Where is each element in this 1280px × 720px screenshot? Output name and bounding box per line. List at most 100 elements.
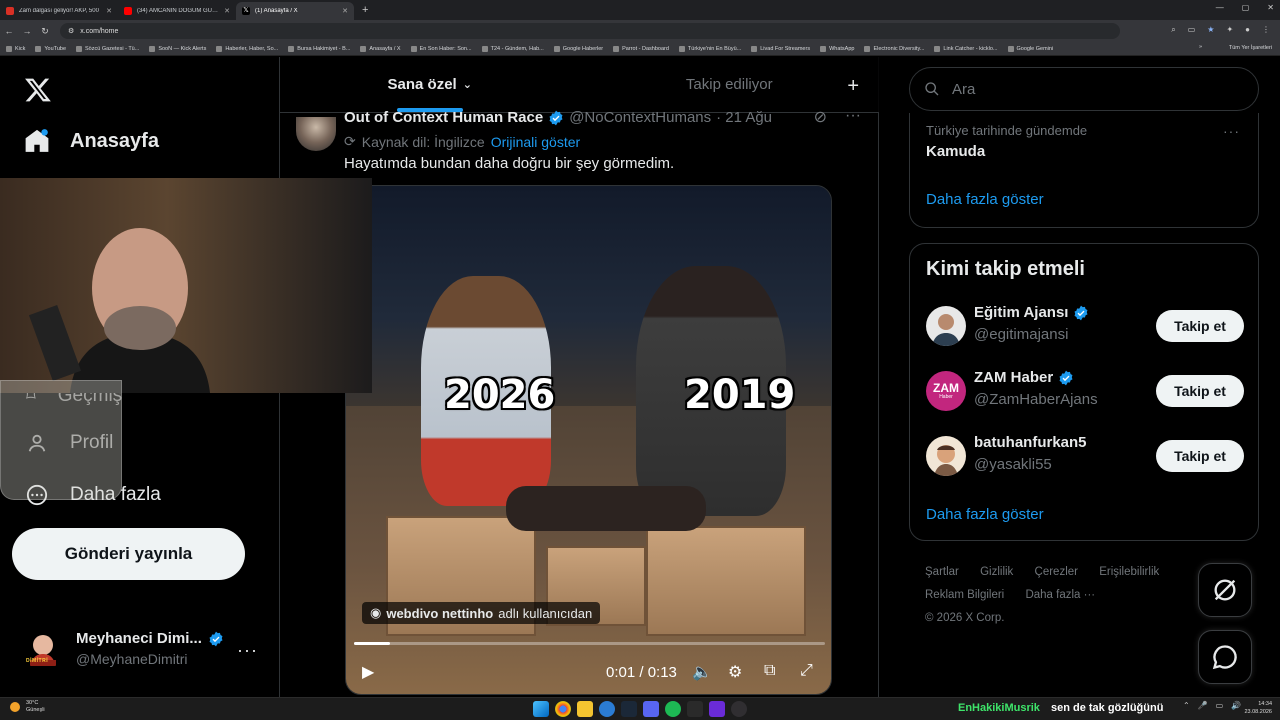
grok-button[interactable] — [1198, 563, 1252, 617]
cast-icon[interactable]: ▭ — [1188, 25, 1196, 35]
follow-button[interactable]: Takip et — [1156, 375, 1244, 407]
bookmark-item[interactable]: Link Catcher - kicklo... — [934, 45, 998, 52]
close-window-icon[interactable]: ✕ — [1267, 3, 1274, 12]
obs-icon[interactable] — [731, 701, 747, 717]
tweet-more-icon[interactable]: ··· — [845, 107, 861, 127]
tray-chevron-icon[interactable]: ⌃ — [1183, 701, 1190, 710]
menu-icon[interactable]: ⋮ — [1262, 25, 1270, 35]
speaker-icon[interactable]: 🔊 — [1231, 701, 1241, 710]
system-clock[interactable]: 14:34 23.08.2026 — [1244, 700, 1272, 716]
bookmark-item[interactable]: Livad For Streamers — [751, 45, 810, 52]
epic-games-icon[interactable] — [687, 701, 703, 717]
footer-link[interactable]: Çerezler — [1035, 566, 1078, 578]
follow-suggestion[interactable]: Eğitim Ajansı @egitimajansi Takip et — [926, 298, 1244, 354]
bookmark-label: Google Gemini — [1016, 45, 1054, 52]
zoom-icon[interactable]: ⌕ — [1171, 25, 1175, 35]
picture-in-picture-icon[interactable]: ⧉ — [764, 662, 775, 680]
new-tab-button[interactable]: + — [354, 4, 376, 16]
fullscreen-icon[interactable]: ⤢ — [800, 662, 813, 680]
all-bookmarks-link[interactable]: Tüm Yer İşaretleri — [1229, 45, 1272, 51]
bookmark-item[interactable]: Türkiye'nin En Büyü... — [678, 45, 741, 52]
tweet-author-avatar[interactable] — [296, 117, 336, 151]
messages-button[interactable] — [1198, 630, 1252, 684]
bookmark-item[interactable]: Parrot - Dashboard — [613, 45, 669, 52]
bookmark-item[interactable]: Kick — [6, 45, 25, 52]
maximize-icon[interactable]: ▢ — [1242, 3, 1250, 12]
bookmark-item[interactable]: Haberler, Haber, So... — [216, 45, 278, 52]
bookmark-item[interactable]: Anasayfa / X — [360, 45, 401, 52]
bookmarks-overflow-icon[interactable]: » — [1199, 44, 1202, 50]
footer-link[interactable]: Daha fazla ··· — [1025, 589, 1095, 601]
video-progress-bar[interactable] — [354, 642, 825, 645]
site-info-icon[interactable]: ⚙ — [68, 27, 74, 35]
tab-following[interactable]: Takip ediliyor — [580, 57, 880, 112]
bookmark-item[interactable]: WhatsApp — [820, 45, 854, 52]
mic-icon[interactable]: 🎤 — [1198, 701, 1208, 710]
bookmark-item[interactable]: Google Gemini — [1007, 45, 1054, 52]
play-icon[interactable]: ▶ — [362, 662, 374, 682]
address-bar[interactable]: ⚙ x.com/home — [60, 23, 1120, 39]
footer-link[interactable]: Gizlilik — [980, 566, 1013, 578]
follow-suggestion[interactable]: ZAM Haber ZAM Haber @ZamHaberAjans Takip… — [926, 363, 1244, 419]
network-icon[interactable]: ▭ — [1216, 701, 1224, 710]
tab-for-you[interactable]: Sana özel ⌄ — [280, 57, 580, 112]
trends-show-more-link[interactable]: Daha fazla göster — [926, 191, 1044, 208]
nav-home[interactable]: Anasayfa — [24, 128, 159, 154]
forward-icon[interactable]: → — [18, 26, 36, 36]
volume-icon[interactable]: 🔈 — [692, 662, 712, 682]
bookmark-item[interactable]: T24 - Gündem, Hab... — [481, 45, 544, 52]
bookmark-star-icon[interactable]: ★ — [1207, 25, 1214, 35]
bookmark-item[interactable]: Google Haberler — [553, 45, 603, 52]
x-logo-icon[interactable] — [24, 76, 52, 104]
bookmark-item[interactable]: SooN — Kick Alerts — [149, 45, 206, 52]
bookmark-item[interactable]: Sözcü Gazetesi - Tü... — [76, 45, 139, 52]
weather-widget[interactable]: 30°C Güneşli — [10, 700, 45, 714]
close-tab-icon[interactable]: ✕ — [224, 7, 230, 15]
grok-icon[interactable]: ⊘ — [814, 107, 827, 127]
footer-link[interactable]: Şartlar — [925, 566, 959, 578]
who-to-follow-show-more-link[interactable]: Daha fazla göster — [926, 506, 1044, 523]
bookmark-item[interactable]: YouTube — [35, 45, 66, 52]
minimize-icon[interactable]: — — [1216, 3, 1224, 12]
tweet-video[interactable]: 2026 2019 ◉ webdivo nettinho adlı kullan… — [345, 185, 832, 695]
footer-link[interactable]: Reklam Bilgileri — [925, 589, 1004, 601]
profile-icon[interactable]: ● — [1245, 25, 1250, 35]
bookmark-item[interactable]: En Son Haber: Son... — [410, 45, 472, 52]
tweet-date[interactable]: · 21 Ağu — [716, 109, 772, 126]
browser-tab-3[interactable]: 𝕏 (1) Anasayfa / X ✕ — [236, 2, 354, 20]
footer-link[interactable]: Erişilebilirlik — [1099, 566, 1159, 578]
browser-tab-2[interactable]: (34) AMCANIN DOĞUM GÜNÜ ✕ — [118, 2, 236, 20]
settings-icon[interactable]: ⚙ — [728, 662, 742, 682]
windows-start-icon[interactable] — [533, 701, 549, 717]
show-original-link[interactable]: Orijinali göster — [491, 134, 580, 150]
suggestion-name: batuhanfurkan5 — [974, 434, 1087, 451]
back-icon[interactable]: ← — [0, 26, 18, 36]
account-more-icon[interactable]: ··· — [237, 640, 258, 661]
steam-icon[interactable] — [621, 701, 637, 717]
file-explorer-icon[interactable] — [577, 701, 593, 717]
app-icon[interactable] — [709, 701, 725, 717]
browser-tab-1[interactable]: Zam dalgası geliyor! AKP, 500 ✕ — [0, 2, 118, 20]
chrome-icon[interactable] — [555, 701, 571, 717]
follow-button[interactable]: Takip et — [1156, 440, 1244, 472]
extensions-icon[interactable]: ✦ — [1226, 25, 1233, 35]
publish-post-button[interactable]: Gönderi yayınla — [12, 528, 245, 580]
spotify-icon[interactable] — [665, 701, 681, 717]
discord-icon[interactable] — [643, 701, 659, 717]
video-credit[interactable]: ◉ webdivo nettinho adlı kullanıcıdan — [362, 602, 601, 624]
close-tab-icon[interactable]: ✕ — [106, 7, 112, 15]
tweet-author-handle[interactable]: @NoContextHumans — [569, 109, 711, 126]
follow-button[interactable]: Takip et — [1156, 310, 1244, 342]
reload-icon[interactable]: ↻ — [36, 26, 54, 37]
tweet-author-name[interactable]: Out of Context Human Race — [344, 109, 543, 126]
bookmark-item[interactable]: Bursa Hakimiyet - B... — [288, 45, 350, 52]
search-input[interactable]: Ara — [909, 67, 1259, 111]
trend-topic[interactable]: Kamuda — [926, 143, 985, 160]
follow-suggestion[interactable]: batuhanfurkan5 @yasakli55 Takip et — [926, 428, 1244, 484]
edge-icon[interactable] — [599, 701, 615, 717]
trend-more-icon[interactable]: ··· — [1223, 123, 1240, 139]
account-switcher[interactable]: DİMİTRİ Meyhaneci Dimi... @MeyhaneDimitr… — [22, 628, 262, 670]
close-tab-icon[interactable]: ✕ — [342, 7, 348, 15]
bookmark-item[interactable]: Electronic Diversity... — [864, 45, 924, 52]
add-tab-icon[interactable]: + — [847, 75, 859, 98]
